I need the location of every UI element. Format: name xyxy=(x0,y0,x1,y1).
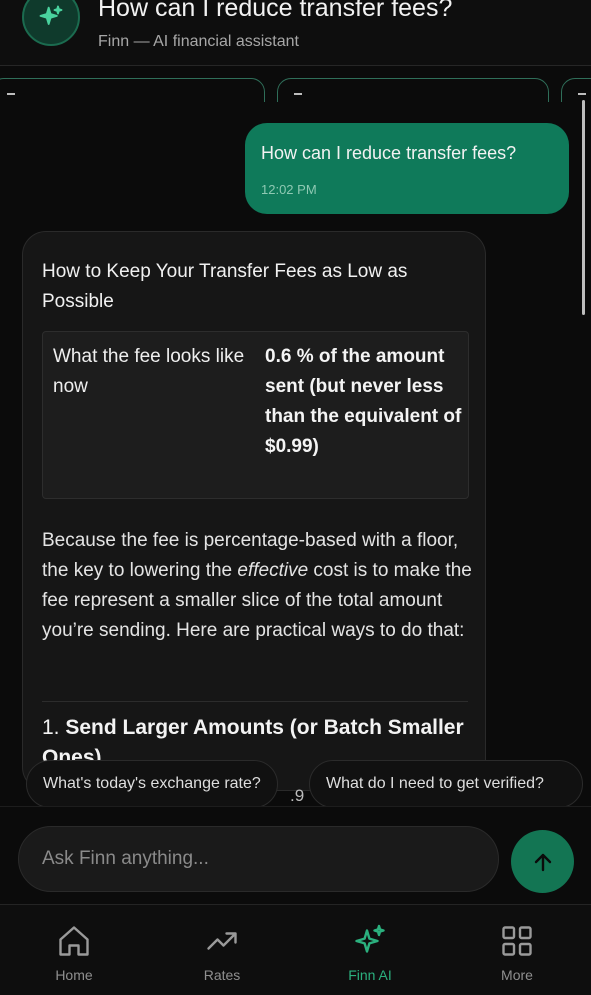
nav-label: Rates xyxy=(203,967,241,983)
chat-header: How can I reduce transfer fees? Finn — A… xyxy=(0,0,591,66)
message-input[interactable] xyxy=(18,826,499,892)
top-chip[interactable] xyxy=(277,78,549,102)
arrow-up-icon xyxy=(534,853,551,871)
nav-label: Home xyxy=(55,967,93,983)
nav-item-home[interactable]: Home xyxy=(14,905,134,995)
message-timestamp: 12:02 PM xyxy=(261,182,317,197)
assistant-message-bubble: How to Keep Your Transfer Fees as Low as… xyxy=(22,231,486,791)
suggestion-chip[interactable]: What's today's exchange rate? xyxy=(26,760,278,808)
fee-table-value: 0.6 % of the amount sent (but never less… xyxy=(265,346,462,457)
nav-label: More xyxy=(501,967,533,983)
composer xyxy=(0,806,591,904)
divider xyxy=(42,701,468,702)
scrollbar[interactable] xyxy=(582,100,585,315)
top-chip[interactable] xyxy=(0,78,265,102)
nav-label: Finn AI xyxy=(348,967,392,983)
assistant-paragraph: Because the fee is percentage-based with… xyxy=(42,526,472,646)
sparkles-icon xyxy=(355,924,385,953)
fee-table: What the fee looks like now 0.6 % of the… xyxy=(42,331,469,499)
bottom-nav: Home Rates Finn AI More xyxy=(0,904,591,995)
top-chip[interactable] xyxy=(561,78,591,102)
sparkles-icon xyxy=(39,5,63,25)
send-button[interactable] xyxy=(511,830,574,893)
hidden-text-fragment: .9 xyxy=(290,786,305,805)
nav-item-rates[interactable]: Rates xyxy=(162,905,282,995)
grid-icon xyxy=(502,926,532,956)
home-icon xyxy=(59,926,89,956)
paragraph-emphasis: effective xyxy=(237,560,309,581)
chip-icon xyxy=(294,93,302,101)
nav-item-more[interactable]: More xyxy=(457,905,577,995)
user-message-bubble: How can I reduce transfer fees? 12:02 PM xyxy=(245,123,569,214)
page-title: How can I reduce transfer fees? xyxy=(98,0,453,22)
fee-table-label: What the fee looks like now xyxy=(53,346,245,397)
trending-up-icon xyxy=(207,932,237,950)
user-message-text: How can I reduce transfer fees? xyxy=(261,143,517,163)
assistant-heading: How to Keep Your Transfer Fees as Low as… xyxy=(42,261,408,312)
top-chips-row xyxy=(0,66,591,102)
assistant-avatar xyxy=(22,0,80,46)
chip-icon xyxy=(7,93,15,101)
nav-item-finn-ai[interactable]: Finn AI xyxy=(310,905,430,995)
assistant-subtitle: Finn — AI financial assistant xyxy=(98,33,299,50)
suggestion-chip[interactable]: What do I need to get verified? xyxy=(309,760,583,808)
section-number: 1. xyxy=(42,716,60,739)
